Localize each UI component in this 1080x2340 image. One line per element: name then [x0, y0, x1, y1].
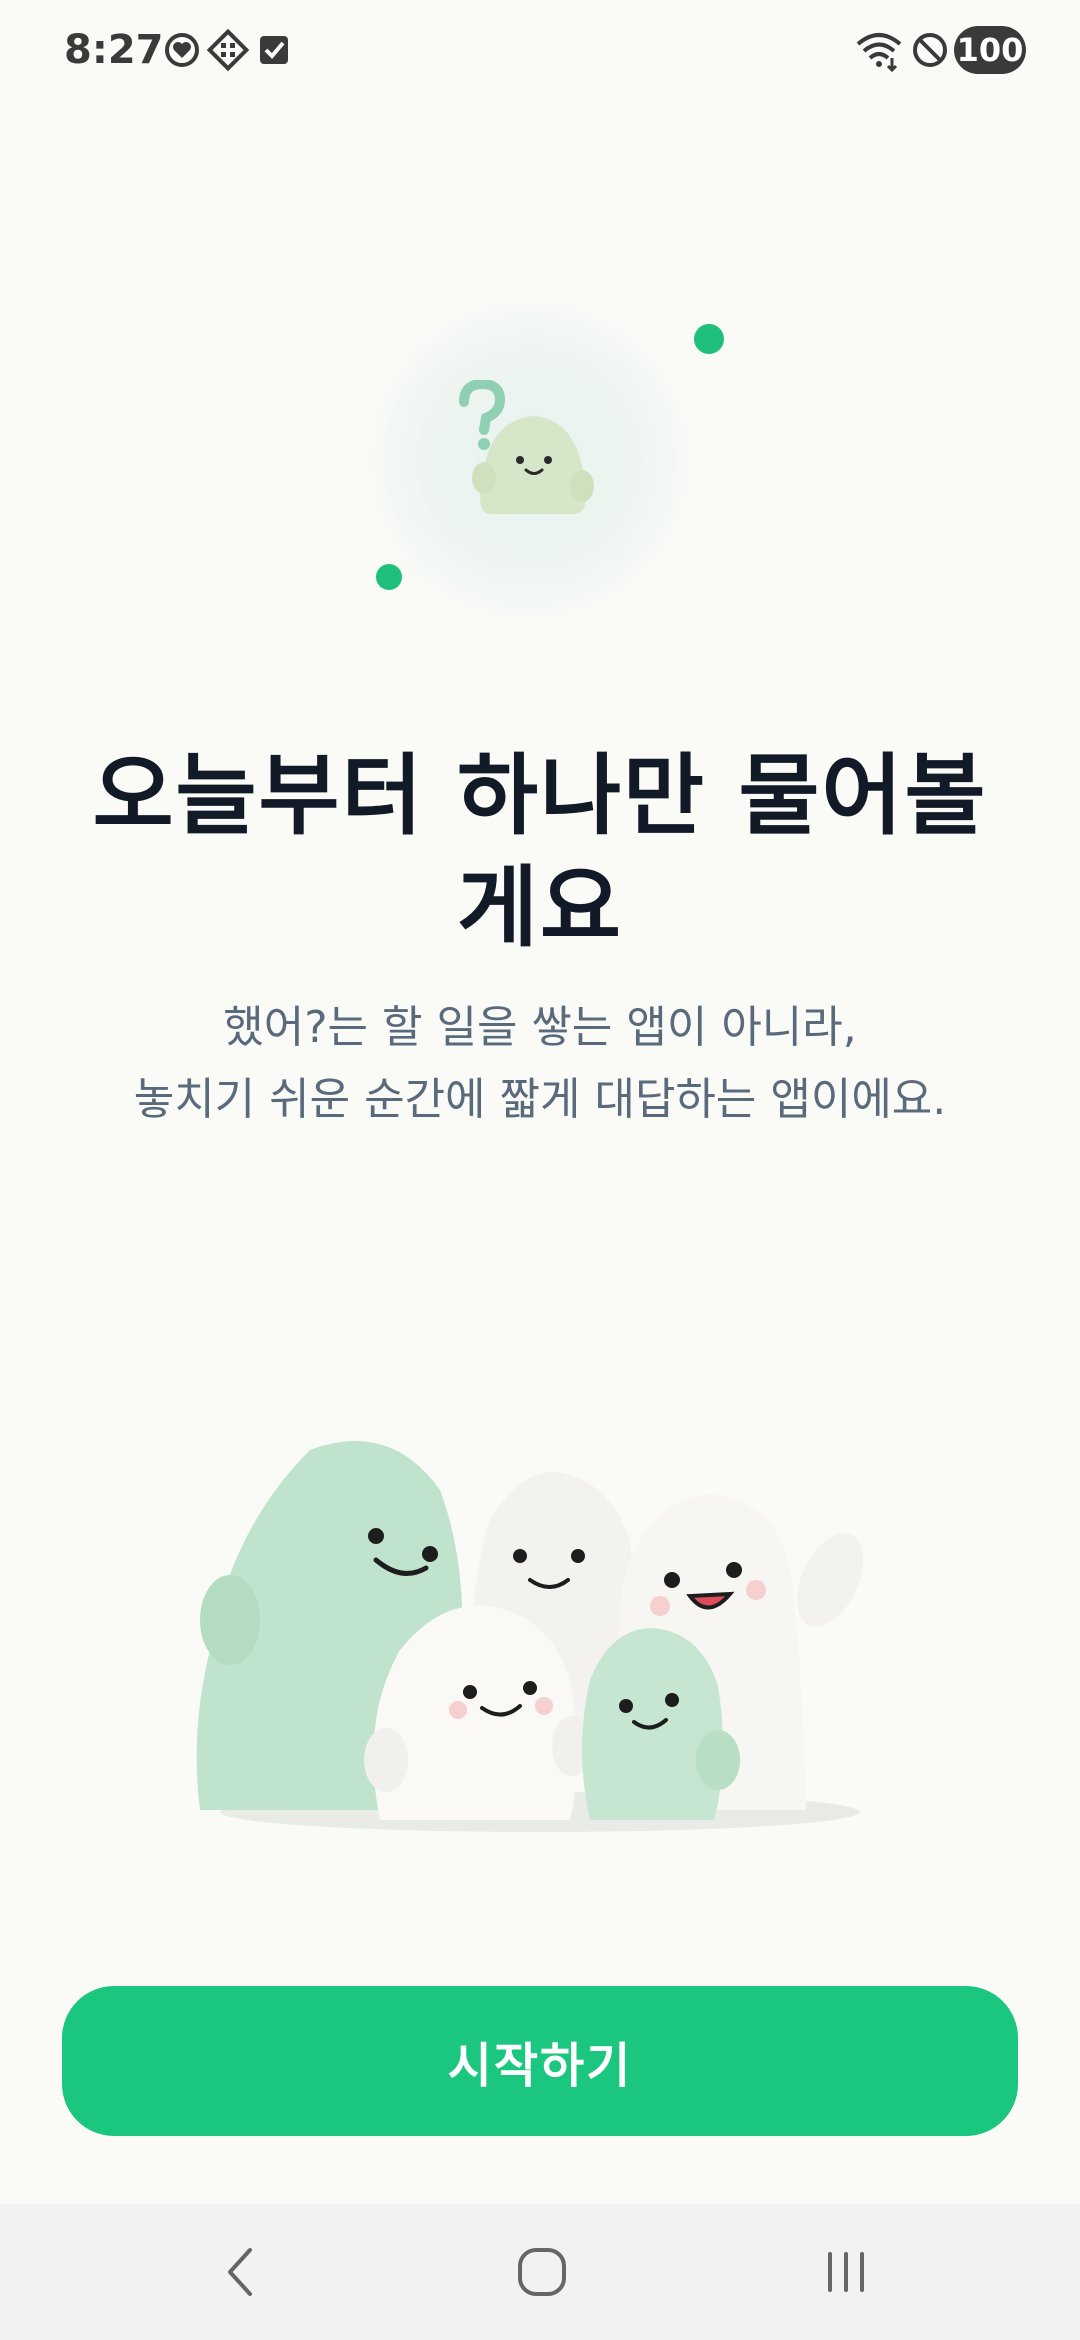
do-not-disturb-icon	[913, 33, 947, 67]
start-button[interactable]: 시작하기	[62, 1986, 1018, 2136]
page-title: 오늘부터 하나만 물어볼 게요	[60, 740, 1020, 964]
nav-back-button[interactable]	[180, 2204, 300, 2340]
accent-dot	[376, 564, 402, 590]
back-icon	[228, 2248, 252, 2296]
nav-home-button[interactable]	[482, 2204, 602, 2340]
wifi-icon	[856, 33, 902, 72]
home-icon	[518, 2248, 566, 2296]
subtitle-line-1: 했어?는 할 일을 쌓는 앱이 아니라,	[223, 1002, 857, 1053]
title-line-2: 게요	[457, 856, 623, 959]
recents-icon	[828, 2252, 864, 2292]
nav-recents-button[interactable]	[786, 2204, 906, 2340]
question-mascot-icon	[459, 380, 594, 514]
subtitle-line-2: 놓치기 쉬운 순간에 짧게 대답하는 앱이에요.	[133, 1074, 947, 1125]
mascot-group-illustration	[190, 1430, 890, 1850]
navigation-bar	[0, 2204, 1080, 2340]
accent-dot	[694, 324, 724, 354]
heart-shield-icon	[165, 33, 199, 67]
mascot-group-icon	[196, 1441, 864, 1832]
question-mascot-illustration	[320, 260, 760, 660]
status-bar: 8:27 100	[0, 0, 1080, 100]
diamond-grid-icon	[206, 28, 250, 72]
battery-indicator: 100	[954, 26, 1026, 74]
status-time: 8:27	[64, 27, 164, 73]
title-line-1: 오늘부터 하나만 물어볼	[92, 744, 988, 847]
check-square-icon	[260, 36, 288, 64]
